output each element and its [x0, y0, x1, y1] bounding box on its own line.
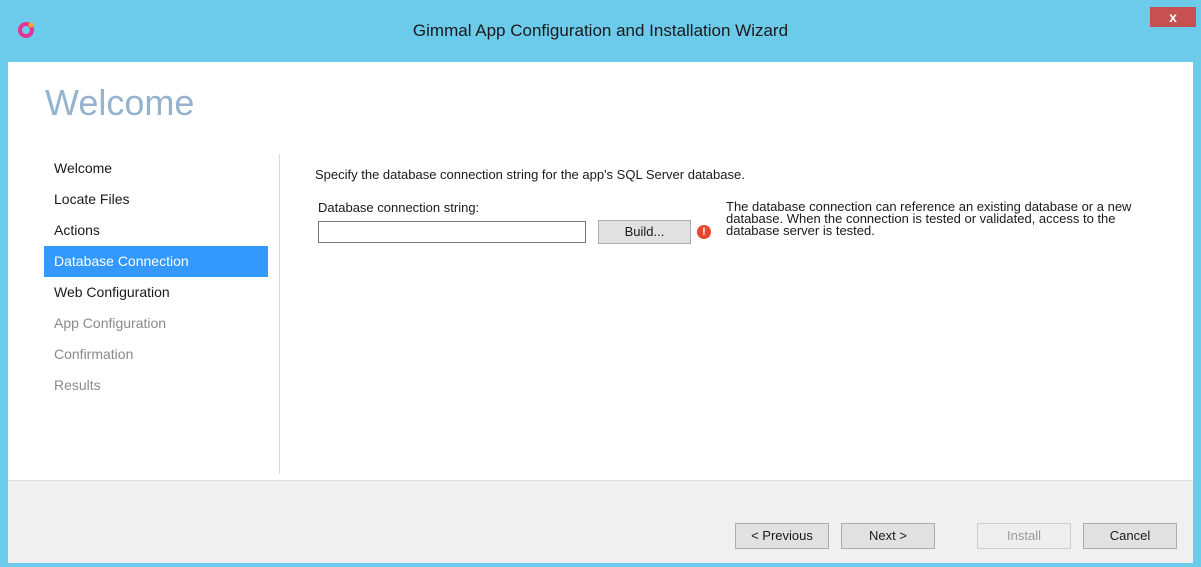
- nav-item-database-connection[interactable]: Database Connection: [44, 246, 268, 277]
- intro-text: Specify the database connection string f…: [315, 167, 745, 182]
- wizard-steps-nav: Welcome Locate Files Actions Database Co…: [44, 153, 268, 401]
- error-icon: !: [697, 225, 711, 239]
- help-text: The database connection can reference an…: [726, 200, 1176, 238]
- nav-item-welcome[interactable]: Welcome: [44, 153, 268, 184]
- wizard-window: Gimmal App Configuration and Installatio…: [0, 0, 1201, 567]
- page-title: Welcome: [45, 82, 195, 123]
- connection-string-input[interactable]: [318, 221, 586, 243]
- footer-bar: [8, 480, 1193, 563]
- nav-item-locate-files[interactable]: Locate Files: [44, 184, 268, 215]
- close-button[interactable]: x: [1150, 7, 1196, 27]
- previous-button[interactable]: < Previous: [735, 523, 829, 549]
- connection-string-label: Database connection string:: [318, 200, 480, 215]
- window-title: Gimmal App Configuration and Installatio…: [412, 21, 789, 40]
- install-button: Install: [977, 523, 1071, 549]
- nav-item-results: Results: [54, 377, 101, 393]
- build-button[interactable]: Build...: [598, 220, 691, 244]
- next-button[interactable]: Next >: [841, 523, 935, 549]
- wizard-body: Welcome Welcome Locate Files Actions Dat…: [8, 62, 1193, 563]
- title-bar: Gimmal App Configuration and Installatio…: [0, 0, 1201, 62]
- nav-item-actions[interactable]: Actions: [44, 215, 268, 246]
- nav-item-web-configuration[interactable]: Web Configuration: [44, 277, 268, 308]
- cancel-button[interactable]: Cancel: [1083, 523, 1177, 549]
- nav-item-app-configuration: App Configuration: [54, 315, 167, 331]
- help-line-3: database server is tested.: [726, 223, 875, 238]
- nav-divider: [279, 154, 280, 474]
- nav-item-confirmation: Confirmation: [54, 346, 134, 362]
